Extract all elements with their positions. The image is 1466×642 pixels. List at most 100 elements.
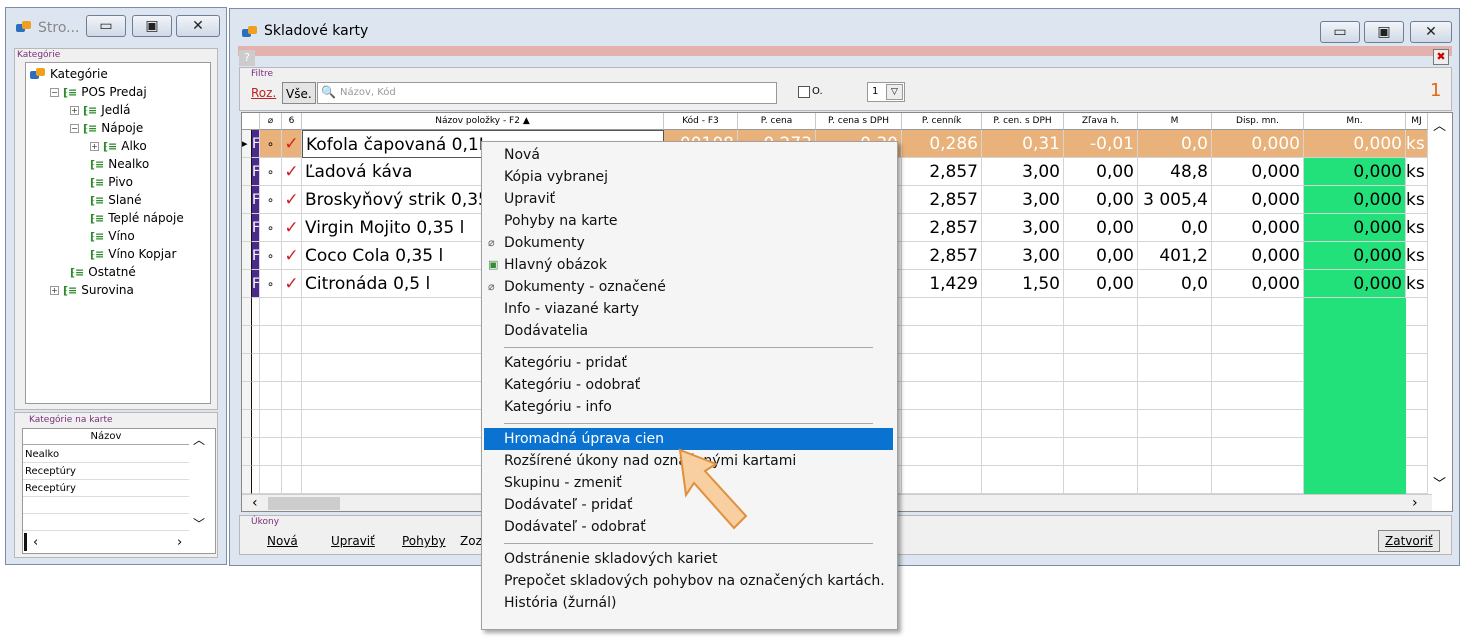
cell-m — [1138, 438, 1212, 466]
expand-icon[interactable]: + — [70, 105, 79, 115]
menu-item[interactable]: ⌀ Dokumenty — [484, 232, 893, 254]
minimize-button[interactable]: ▭ — [86, 15, 126, 37]
price-vat-header[interactable]: P. cena s DPH — [816, 113, 902, 130]
cell-mn: 0,000 — [1304, 130, 1406, 158]
filter-vse-button[interactable]: Vše. — [282, 82, 316, 104]
menu-item[interactable]: Dodávatelia — [484, 320, 893, 342]
menu-item[interactable]: Prepočet skladových pohybov na označenýc… — [484, 570, 893, 592]
close-button[interactable]: Zatvoriť — [1378, 530, 1440, 552]
unit-header[interactable]: MJ — [1406, 113, 1428, 130]
tree-node[interactable]: ⁅≡ Nealko — [90, 155, 149, 173]
scrollbar-thumb[interactable] — [268, 497, 340, 510]
scroll-left-icon[interactable]: ‹ — [33, 535, 38, 550]
maximize-button[interactable]: ▣ — [1364, 21, 1404, 43]
minimize-button[interactable]: ▭ — [1320, 21, 1360, 43]
o-checkbox[interactable] — [798, 86, 810, 98]
tree-node[interactable]: ⁅≡ Pivo — [90, 173, 133, 191]
menu-item[interactable]: ⌀ Dokumenty - označené — [484, 276, 893, 298]
expand-icon[interactable]: + — [90, 141, 99, 151]
tree-node[interactable]: ⁅≡ Víno — [90, 227, 135, 245]
tree-node[interactable]: ⁅≡ Teplé nápoje — [90, 209, 184, 227]
check-icon — [282, 466, 302, 494]
row-indicator — [242, 242, 252, 270]
green-column-fill — [1304, 298, 1406, 494]
tree-node[interactable]: ⁅≡ Slané — [90, 191, 142, 209]
cell-pcennik: 2,857 — [902, 242, 982, 270]
row-indicator — [242, 214, 252, 242]
menu-item[interactable]: Nová — [484, 144, 893, 166]
tree-node[interactable]: + ⁅≡ Jedlá — [70, 101, 130, 119]
menu-item[interactable]: Info - viazané karty — [484, 298, 893, 320]
list-item[interactable]: Receptúry — [23, 480, 189, 497]
cell-zlava — [1064, 438, 1138, 466]
scroll-right-icon[interactable]: › — [177, 535, 182, 550]
menu-item[interactable]: ▣ Hlavný obázok — [484, 254, 893, 276]
scroll-up-icon[interactable]: ︿ — [1433, 115, 1446, 134]
scroll-down-icon[interactable]: ﹀ — [1433, 473, 1446, 492]
card-categories-list[interactable]: Názov Nealko Receptúry Receptúry ︿ ﹀ ‹ › — [22, 428, 216, 554]
help-button[interactable]: ? — [239, 50, 255, 66]
pricelist-header[interactable]: P. cenník — [902, 113, 982, 130]
row-dot: ∘ — [260, 130, 282, 158]
list-item[interactable] — [23, 514, 189, 531]
row-flag: F — [252, 130, 260, 158]
check-header[interactable]: 6 — [282, 113, 302, 130]
cell-zlava — [1064, 298, 1138, 326]
menu-item-label: Upraviť — [504, 191, 556, 207]
cell-zlava: -0,01 — [1064, 130, 1138, 158]
name-header[interactable]: Názov položky - F2 ▲ — [302, 113, 664, 130]
close-window-button[interactable]: ✕ — [176, 15, 220, 37]
edit-button[interactable]: Upraviť — [331, 530, 375, 552]
menu-item-label: Dokumenty - označené — [504, 279, 666, 295]
menu-item[interactable]: Pohyby na karte — [484, 210, 893, 232]
paperclip-icon[interactable]: ⌀ — [260, 113, 282, 130]
menu-item[interactable]: Upraviť — [484, 188, 893, 210]
pin-icon[interactable]: ✖ — [1433, 49, 1449, 65]
tree-node[interactable]: Kategórie — [30, 65, 108, 83]
maximize-button[interactable]: ▣ — [132, 15, 172, 37]
tree-node[interactable]: − ⁅≡ POS Predaj — [50, 83, 147, 101]
collapse-icon[interactable]: − — [50, 87, 59, 97]
scroll-right-icon[interactable]: › — [1412, 495, 1418, 511]
page-select[interactable]: 1 ▽ — [867, 82, 905, 102]
movements-button[interactable]: Pohyby — [402, 530, 446, 552]
window-top-bar — [238, 46, 1452, 56]
list-item[interactable] — [23, 497, 189, 514]
search-input[interactable]: 🔍 Názov, Kód — [317, 82, 777, 104]
discount-header[interactable]: Zľava h. — [1064, 113, 1138, 130]
menu-item[interactable]: Kategóriu - pridať — [484, 352, 893, 374]
code-header[interactable]: Kód - F3 — [664, 113, 738, 130]
new-button[interactable]: Nová — [267, 530, 298, 552]
collapse-icon[interactable]: − — [70, 123, 79, 133]
menu-item[interactable]: Odstránenie skladových kariet — [484, 548, 893, 570]
menu-item[interactable]: Kópia vybranej — [484, 166, 893, 188]
pricelist-vat-header[interactable]: P. cen. s DPH — [982, 113, 1064, 130]
tree-node[interactable]: − ⁅≡ Nápoje — [70, 119, 143, 137]
cell-pcen_dph — [982, 410, 1064, 438]
row-indicator-header — [242, 113, 260, 130]
list-item[interactable]: Receptúry — [23, 463, 189, 480]
tree-node[interactable]: ⁅≡ Ostatné — [70, 263, 136, 281]
tree-node-label: Ostatné — [88, 265, 136, 279]
menu-item[interactable]: História (žurnál) — [484, 592, 893, 614]
scroll-up-icon[interactable]: ︿ — [193, 431, 205, 448]
price-header[interactable]: P. cena — [738, 113, 816, 130]
menu-item[interactable]: Kategóriu - info — [484, 396, 893, 418]
scroll-left-icon[interactable]: ‹ — [252, 495, 258, 511]
category-icon: ⁅≡ — [90, 157, 105, 171]
m-header[interactable]: M — [1138, 113, 1212, 130]
tree-node[interactable]: + ⁅≡ Alko — [90, 137, 147, 155]
expand-icon[interactable]: + — [50, 285, 59, 295]
check-icon — [282, 438, 302, 466]
menu-item[interactable]: Kategóriu - odobrať — [484, 374, 893, 396]
close-window-button[interactable]: ✕ — [1410, 21, 1452, 43]
available-header[interactable]: Disp. mn. — [1212, 113, 1304, 130]
qty-header[interactable]: Mn. — [1304, 113, 1406, 130]
cell-disp: 0,000 — [1212, 158, 1304, 186]
tree-node[interactable]: ⁅≡ Víno Kopjar — [90, 245, 176, 263]
category-tree[interactable]: Kategórie − ⁅≡ POS Predaj + ⁅≡ Jedlá − ⁅≡ Nápoje +… — [25, 62, 211, 404]
scroll-down-icon[interactable]: ﹀ — [193, 515, 205, 532]
filter-roz-button[interactable]: Roz. — [251, 82, 276, 104]
tree-node[interactable]: + ⁅≡ Surovina — [50, 281, 134, 299]
list-item[interactable]: Nealko — [23, 446, 189, 463]
